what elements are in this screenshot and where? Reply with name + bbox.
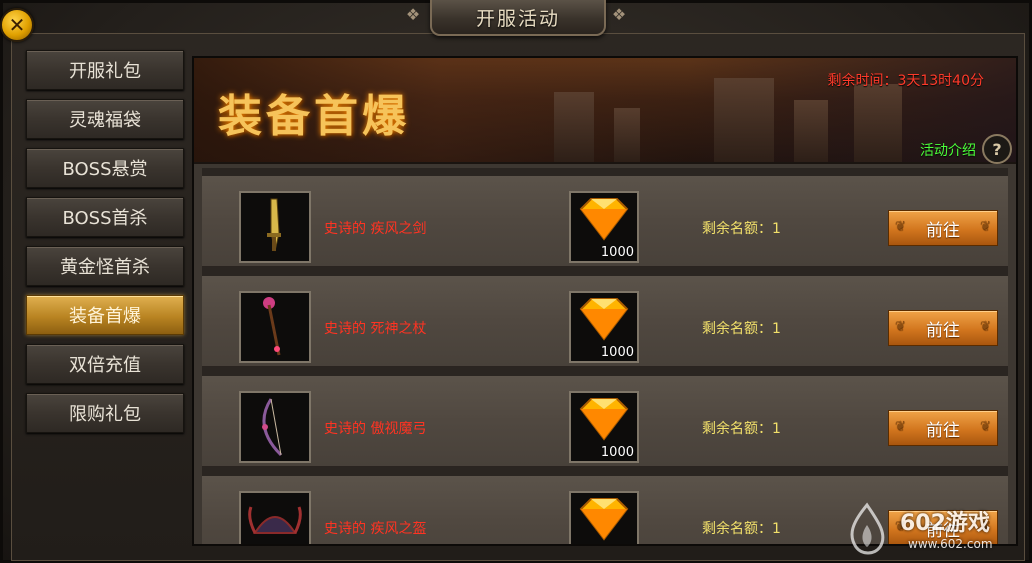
flame-logo-icon (850, 502, 885, 555)
sidebar-item-opening-gift[interactable]: 开服礼包 (26, 50, 184, 90)
diamond-icon (579, 498, 629, 541)
staff-icon[interactable] (239, 291, 311, 363)
reward-row: 史诗的 疾风之剑 1000 剩余名额：1 ❦ 前往 ❦ (202, 176, 1008, 267)
remaining-time: 剩余时间：3天13时40分 (827, 73, 984, 89)
remaining-quota: 剩余名额：1 (702, 221, 781, 237)
site-watermark: 602游戏 www.602.com (838, 501, 1028, 559)
remaining-quota: 剩余名额：1 (702, 521, 781, 537)
watermark-url: www.602.com (908, 537, 993, 551)
sidebar-item-label: BOSS悬赏 (62, 159, 148, 180)
button-deco-icon: ❦ (980, 319, 991, 334)
button-deco-icon: ❦ (980, 419, 991, 434)
diamond-icon (579, 298, 629, 341)
sidebar-nav: 开服礼包 灵魂福袋 BOSS悬赏 BOSS首杀 黄金怪首杀 装备首爆 双倍充值 … (26, 50, 188, 442)
sidebar-item-label: 开服礼包 (69, 61, 141, 82)
sidebar-item-equipment-first-drop[interactable]: 装备首爆 (26, 295, 184, 335)
sidebar-item-gold-monster-first-kill[interactable]: 黄金怪首杀 (26, 246, 184, 286)
sidebar-item-soul-bag[interactable]: 灵魂福袋 (26, 99, 184, 139)
gem-reward[interactable] (569, 491, 639, 544)
title-ornament-right: ❖ (611, 5, 627, 24)
bow-icon[interactable] (239, 391, 311, 463)
go-button-label: 前往 (926, 420, 960, 441)
gem-count: 1000 (600, 245, 634, 260)
item-name: 史诗的 疾风之盔 (324, 521, 427, 537)
window-title: 开服活动 (475, 7, 560, 30)
sidebar-item-label: 双倍充值 (69, 355, 141, 376)
close-button[interactable]: ✕ (0, 8, 34, 42)
sidebar-item-label: 灵魂福袋 (69, 110, 141, 131)
event-banner: 装备首爆 剩余时间：3天13时40分 活动介绍 ? (194, 58, 1016, 164)
watermark-brand: 602游戏 (900, 511, 990, 536)
gem-count: 1000 (600, 445, 634, 460)
banner-castle-tower (714, 78, 774, 162)
sidebar-item-double-recharge[interactable]: 双倍充值 (26, 344, 184, 384)
item-name: 史诗的 死神之杖 (324, 321, 427, 337)
sidebar-item-boss-bounty[interactable]: BOSS悬赏 (26, 148, 184, 188)
gem-reward[interactable]: 1000 (569, 291, 639, 363)
sidebar-item-label: BOSS首杀 (62, 208, 148, 229)
sidebar-item-label: 黄金怪首杀 (60, 257, 150, 278)
go-button[interactable]: ❦ 前往 ❦ (888, 410, 998, 446)
helmet-icon[interactable] (239, 491, 311, 544)
sidebar-item-limited-gift[interactable]: 限购礼包 (26, 393, 184, 433)
banner-castle-tower (794, 100, 828, 162)
button-deco-icon: ❦ (895, 319, 906, 334)
banner-castle-tower (854, 84, 902, 162)
remaining-quota: 剩余名额：1 (702, 421, 781, 437)
help-button[interactable]: ? (982, 134, 1012, 164)
close-icon: ✕ (8, 13, 26, 37)
item-name: 史诗的 疾风之剑 (324, 221, 427, 237)
diamond-icon (579, 198, 629, 241)
diamond-icon (579, 398, 629, 441)
sidebar-item-boss-first-kill[interactable]: BOSS首杀 (26, 197, 184, 237)
item-name: 史诗的 傲视魔弓 (324, 421, 427, 437)
go-button[interactable]: ❦ 前往 ❦ (888, 310, 998, 346)
activity-intro-link[interactable]: 活动介绍 (920, 140, 976, 160)
banner-castle-tower (614, 108, 640, 162)
reward-row: 史诗的 傲视魔弓 1000 剩余名额：1 ❦ 前往 ❦ (202, 376, 1008, 467)
go-button-label: 前往 (926, 320, 960, 341)
button-deco-icon: ❦ (980, 219, 991, 234)
banner-castle-tower (554, 92, 594, 162)
button-deco-icon: ❦ (895, 419, 906, 434)
sidebar-item-label: 装备首爆 (69, 306, 141, 327)
remaining-quota: 剩余名额：1 (702, 321, 781, 337)
reward-list[interactable]: 史诗的 疾风之剑 1000 剩余名额：1 ❦ 前往 ❦ 史诗的 死神之杖 100… (202, 168, 1008, 544)
question-icon: ? (992, 139, 1002, 159)
main-panel: 装备首爆 剩余时间：3天13时40分 活动介绍 ? 史诗的 疾风之剑 1000 … (192, 56, 1018, 546)
go-button[interactable]: ❦ 前往 ❦ (888, 210, 998, 246)
button-deco-icon: ❦ (895, 219, 906, 234)
title-ornament-left: ❖ (405, 5, 421, 24)
sword-icon[interactable] (239, 191, 311, 263)
window-title-plate: 开服活动 (430, 0, 606, 36)
sidebar-item-label: 限购礼包 (69, 404, 141, 425)
go-button-label: 前往 (926, 220, 960, 241)
gem-count: 1000 (600, 345, 634, 360)
reward-row: 史诗的 死神之杖 1000 剩余名额：1 ❦ 前往 ❦ (202, 276, 1008, 367)
gem-reward[interactable]: 1000 (569, 391, 639, 463)
gem-reward[interactable]: 1000 (569, 191, 639, 263)
banner-title: 装备首爆 (218, 91, 410, 142)
